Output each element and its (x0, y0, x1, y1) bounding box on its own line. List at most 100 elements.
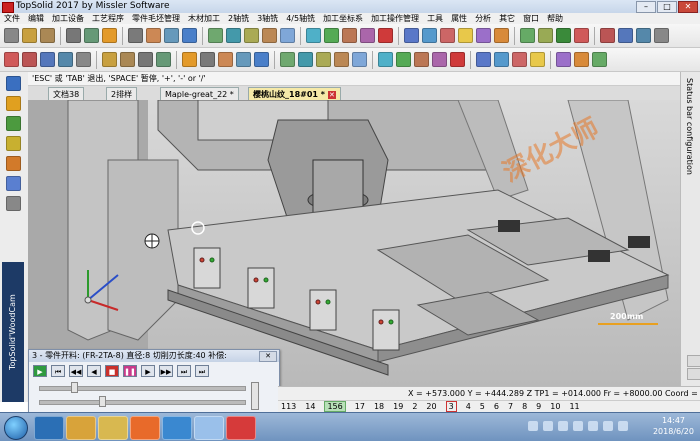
playback-button-3[interactable]: ◀ (87, 365, 101, 377)
maximize-button[interactable]: □ (657, 1, 677, 13)
playback-button-6[interactable]: ▶ (141, 365, 155, 377)
secondary-tool-21-icon[interactable] (414, 52, 429, 67)
secondary-tool-10-icon[interactable] (200, 52, 215, 67)
main-tool-14-icon[interactable] (280, 28, 295, 43)
page-tab-2[interactable]: 2 (412, 402, 417, 411)
secondary-tool-28-icon[interactable] (556, 52, 571, 67)
main-tool-16-icon[interactable] (324, 28, 339, 43)
secondary-tool-12-icon[interactable] (236, 52, 251, 67)
page-tab-18[interactable]: 18 (374, 402, 384, 411)
menu-item-6[interactable]: 2轴铣 (224, 13, 253, 24)
page-tab-9[interactable]: 9 (536, 402, 541, 411)
main-tool-19-icon[interactable] (378, 28, 393, 43)
main-tool-33-icon[interactable] (654, 28, 669, 43)
tab-maple-great[interactable]: Maple-great_22 * (160, 87, 239, 100)
menu-item-12[interactable]: 属性 (447, 13, 471, 24)
main-tool-17-icon[interactable] (342, 28, 357, 43)
page-tab-14[interactable]: 14 (305, 402, 315, 411)
playback-button-5[interactable]: ❚❚ (123, 365, 137, 377)
menu-item-11[interactable]: 工具 (423, 13, 447, 24)
menu-item-10[interactable]: 加工操作管理 (367, 13, 423, 24)
taskbar-media-icon[interactable] (66, 416, 96, 440)
secondary-tool-15-icon[interactable] (298, 52, 313, 67)
secondary-tool-30-icon[interactable] (592, 52, 607, 67)
main-tool-8-icon[interactable] (164, 28, 179, 43)
assembly-icon[interactable] (6, 116, 21, 131)
secondary-tool-20-icon[interactable] (396, 52, 411, 67)
menu-item-13[interactable]: 分析 (471, 13, 495, 24)
main-tool-6-icon[interactable] (128, 28, 143, 43)
menu-item-2[interactable]: 加工设备 (48, 13, 88, 24)
main-tool-11-icon[interactable] (226, 28, 241, 43)
secondary-tool-19-icon[interactable] (378, 52, 393, 67)
main-tool-31-icon[interactable] (618, 28, 633, 43)
status-bar-config-panel[interactable]: Status bar configuration (680, 72, 700, 386)
main-tool-30-icon[interactable] (600, 28, 615, 43)
menu-item-9[interactable]: 加工坐标系 (319, 13, 367, 24)
page-tab-3[interactable]: 3 (445, 401, 457, 412)
pencil-icon[interactable] (6, 136, 21, 151)
tab-document-38[interactable]: 文档38 (48, 87, 85, 100)
scroll-down-arrow-icon[interactable] (687, 368, 700, 380)
tab-cherry-grain[interactable]: 樱桃山纹_18#01 * ✕ (248, 87, 341, 100)
secondary-tool-3-icon[interactable] (58, 52, 73, 67)
secondary-tool-7-icon[interactable] (138, 52, 153, 67)
secondary-tool-27-icon[interactable] (530, 52, 545, 67)
page-tab-8[interactable]: 8 (522, 402, 527, 411)
main-tool-20-icon[interactable] (404, 28, 419, 43)
page-tab-7[interactable]: 7 (508, 402, 513, 411)
secondary-tool-6-icon[interactable] (120, 52, 135, 67)
page-tab-19[interactable]: 19 (393, 402, 403, 411)
secondary-tool-4-icon[interactable] (76, 52, 91, 67)
page-tab-5[interactable]: 5 (480, 402, 485, 411)
playback-button-2[interactable]: ◀◀ (69, 365, 83, 377)
progress-slider-thumb[interactable] (99, 396, 106, 407)
menu-item-8[interactable]: 4/5轴铣 (282, 13, 319, 24)
page-tab-6[interactable]: 6 (494, 402, 499, 411)
menu-item-16[interactable]: 帮助 (543, 13, 567, 24)
shape-icon[interactable] (6, 96, 21, 111)
secondary-tool-26-icon[interactable] (512, 52, 527, 67)
playback-button-9[interactable]: ⏭ (195, 365, 209, 377)
menu-item-15[interactable]: 窗口 (519, 13, 543, 24)
main-tool-18-icon[interactable] (360, 28, 375, 43)
secondary-tool-24-icon[interactable] (476, 52, 491, 67)
secondary-tool-1-icon[interactable] (22, 52, 37, 67)
page-tab-4[interactable]: 4 (466, 402, 471, 411)
secondary-tool-8-icon[interactable] (156, 52, 171, 67)
page-tab-156[interactable]: 156 (324, 401, 346, 412)
page-tab-10[interactable]: 10 (550, 402, 560, 411)
main-tool-23-icon[interactable] (458, 28, 473, 43)
playback-button-8[interactable]: ⏭ (177, 365, 191, 377)
page-tab-17[interactable]: 17 (355, 402, 365, 411)
main-tool-15-icon[interactable] (306, 28, 321, 43)
main-tool-26-icon[interactable] (520, 28, 535, 43)
main-tool-5-icon[interactable] (102, 28, 117, 43)
secondary-tool-22-icon[interactable] (432, 52, 447, 67)
main-tool-4-icon[interactable] (84, 28, 99, 43)
3d-viewport[interactable]: 200mm 深化大师 (28, 100, 680, 386)
taskbar-explorer-icon[interactable] (98, 416, 128, 440)
main-tool-32-icon[interactable] (636, 28, 651, 43)
secondary-tool-16-icon[interactable] (316, 52, 331, 67)
menu-item-3[interactable]: 工艺程序 (88, 13, 128, 24)
playback-button-0[interactable]: ▶ (33, 365, 47, 377)
secondary-tool-29-icon[interactable] (574, 52, 589, 67)
main-tool-24-icon[interactable] (476, 28, 491, 43)
main-tool-12-icon[interactable] (244, 28, 259, 43)
main-tool-2-icon[interactable] (40, 28, 55, 43)
menu-item-0[interactable]: 文件 (0, 13, 24, 24)
start-button[interactable] (4, 416, 28, 440)
secondary-tool-17-icon[interactable] (334, 52, 349, 67)
main-tool-25-icon[interactable] (494, 28, 509, 43)
taskbar-outlook-icon[interactable] (34, 416, 64, 440)
menu-item-4[interactable]: 零件毛坯管理 (128, 13, 184, 24)
taskbar-folder-icon[interactable] (194, 416, 224, 440)
main-tool-28-icon[interactable] (556, 28, 571, 43)
scroll-up-arrow-icon[interactable] (687, 355, 700, 367)
main-tool-9-icon[interactable] (182, 28, 197, 43)
menu-item-5[interactable]: 木材加工 (184, 13, 224, 24)
main-tool-13-icon[interactable] (262, 28, 277, 43)
secondary-tool-5-icon[interactable] (102, 52, 117, 67)
main-tool-7-icon[interactable] (146, 28, 161, 43)
